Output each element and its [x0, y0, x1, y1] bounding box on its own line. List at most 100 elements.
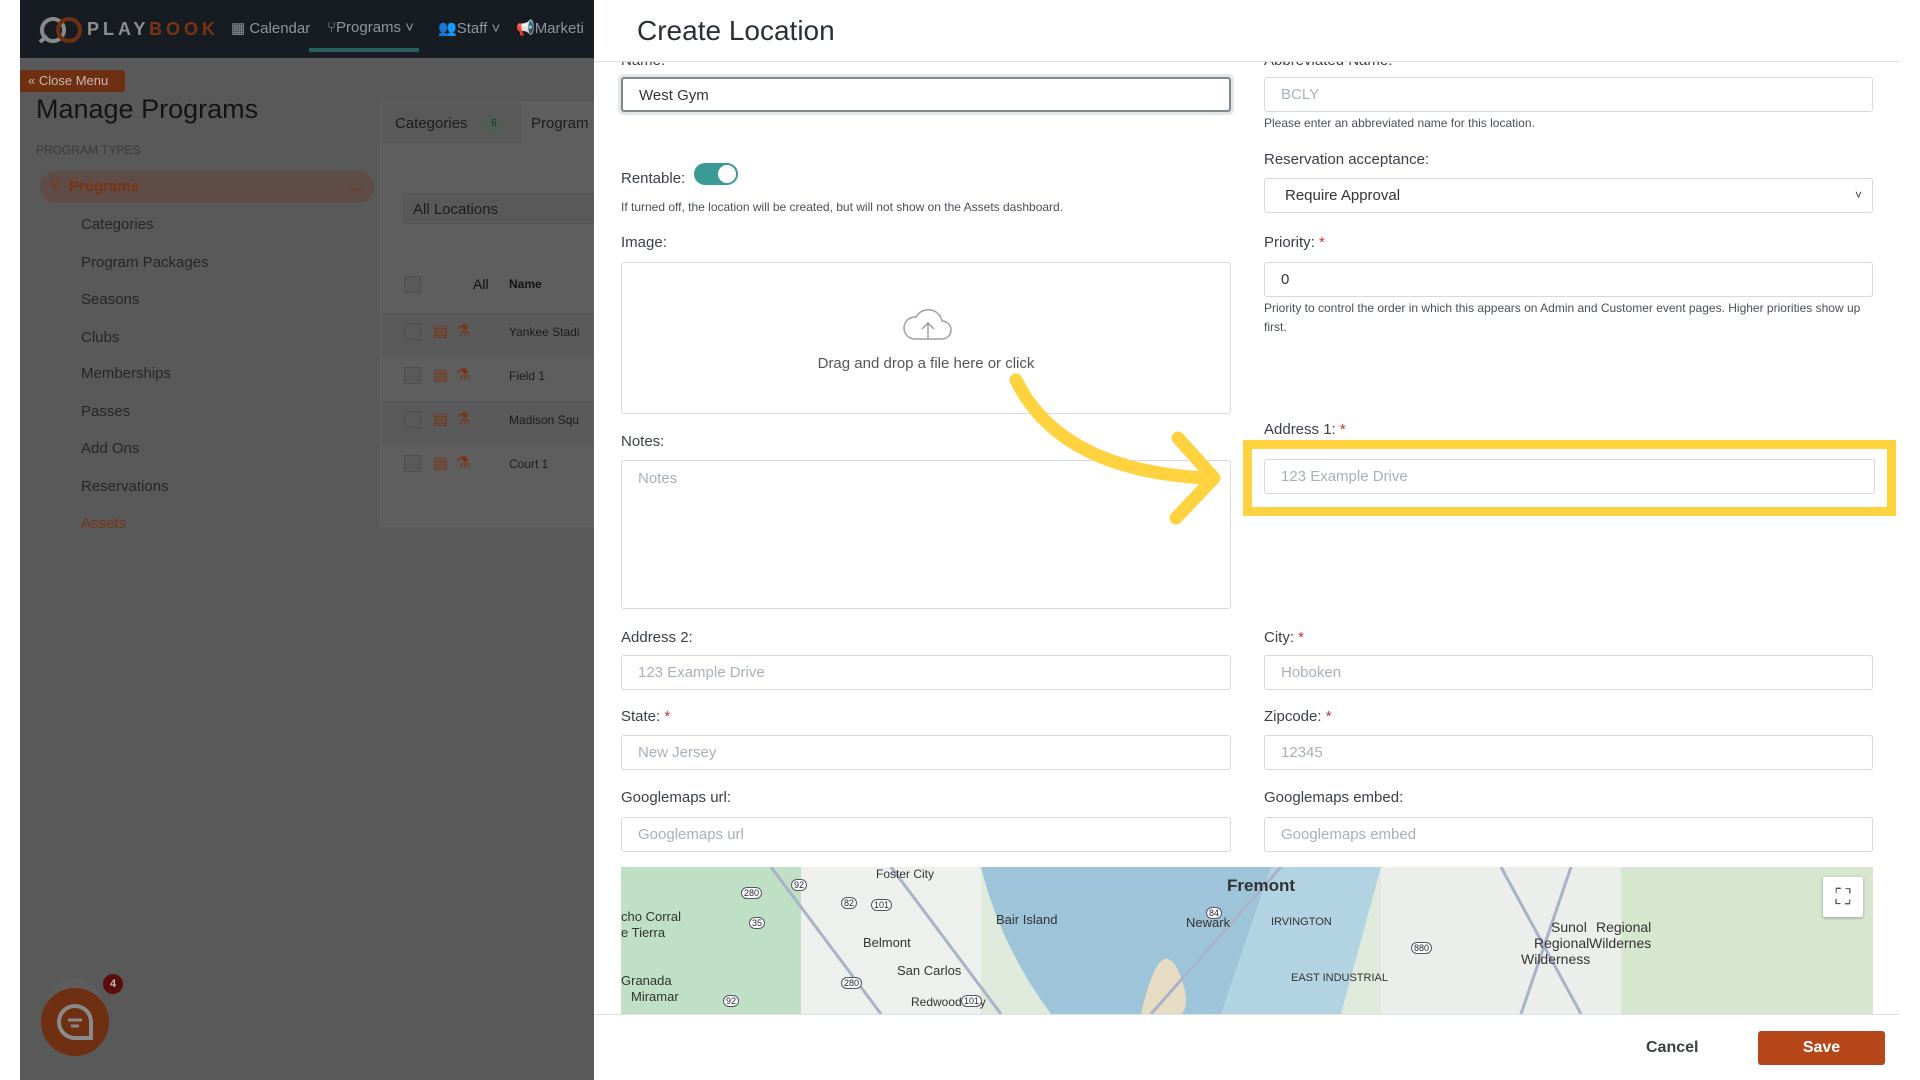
- city-input[interactable]: Hoboken: [1264, 655, 1873, 690]
- map-label: Fremont: [1227, 876, 1295, 895]
- address1-input[interactable]: 123 Example Drive: [1264, 459, 1875, 494]
- sidebar-item[interactable]: Clubs: [81, 329, 119, 346]
- row-checkbox[interactable]: [404, 455, 421, 472]
- cancel-button[interactable]: Cancel: [1646, 1039, 1698, 1057]
- highway-shield: 880: [1411, 942, 1433, 954]
- row-name: Field 1: [509, 369, 546, 383]
- list-icon[interactable]: ▤: [433, 453, 448, 473]
- flask-icon[interactable]: ⚗: [456, 453, 470, 473]
- reservation-select[interactable]: Require Approval ˅: [1264, 178, 1873, 213]
- priority-help: Priority to control the order in which t…: [1264, 301, 1861, 334]
- notes-textarea[interactable]: Notes: [621, 460, 1231, 609]
- name-input[interactable]: West Gym: [621, 77, 1231, 112]
- modal-title: Create Location: [637, 15, 835, 46]
- calendar-icon: ▦: [231, 20, 250, 37]
- abbr-input[interactable]: BCLY: [1264, 77, 1873, 112]
- tab-categories[interactable]: Categories 6: [381, 103, 521, 143]
- sidebar-item[interactable]: Categories: [81, 216, 154, 233]
- table-row[interactable]: ▤ ⚗ Madison Squ: [381, 401, 593, 445]
- map-label: Wildernes: [1589, 935, 1652, 951]
- sidebar-item[interactable]: Memberships: [81, 365, 171, 382]
- reservation-label: Reservation acceptance:: [1264, 151, 1430, 168]
- close-menu-button[interactable]: « Close Menu: [20, 70, 125, 92]
- priority-label: Priority: *: [1264, 234, 1325, 251]
- tab-programs[interactable]: Program: [531, 115, 589, 132]
- map-label: San Carlos: [897, 963, 962, 978]
- gmaps-url-input[interactable]: Googlemaps url: [621, 817, 1231, 852]
- chat-button[interactable]: [41, 988, 109, 1056]
- modal-header: Create Location: [594, 0, 1900, 62]
- nav-staff[interactable]: 👥Staff ˅: [438, 19, 500, 37]
- map-label: Foster City: [876, 867, 935, 881]
- nav-calendar[interactable]: ▦ Calendar: [231, 19, 310, 37]
- double-chevron-left-icon: «: [28, 73, 39, 88]
- map-label: cho Corral: [621, 909, 681, 924]
- row-name: Yankee Stadi: [509, 325, 580, 339]
- map-label: Wilderness: [1521, 951, 1591, 967]
- map-embed[interactable]: Foster City Bair Island Belmont San Carlos R…: [621, 867, 1873, 1014]
- list-icon[interactable]: ▤: [433, 365, 448, 385]
- sidebar-item[interactable]: Add Ons: [81, 440, 139, 457]
- nav-marketing[interactable]: 📢Marketi: [516, 19, 584, 37]
- chat-icon: [57, 1003, 93, 1040]
- sidebar-item-active[interactable]: Assets: [81, 515, 126, 532]
- table-row[interactable]: ▤ ⚗ Yankee Stadi: [381, 313, 593, 357]
- fullscreen-icon[interactable]: ⛶: [1823, 877, 1863, 917]
- sidebar-item[interactable]: Reservations: [81, 478, 169, 495]
- state-label: State: *: [621, 708, 671, 725]
- location-filter-select[interactable]: All Locations: [403, 193, 594, 224]
- priority-input[interactable]: 0: [1264, 262, 1873, 297]
- map-label: IRVINGTON: [1271, 916, 1332, 928]
- flask-icon[interactable]: ⚗: [456, 321, 470, 341]
- zipcode-input[interactable]: 12345: [1264, 735, 1873, 770]
- sidebar-group-programs[interactable]: ⑂ Programs ︿: [40, 171, 374, 203]
- save-button[interactable]: Save: [1758, 1031, 1885, 1065]
- row-checkbox[interactable]: [404, 367, 421, 384]
- list-icon[interactable]: ▤: [433, 409, 448, 429]
- highway-shield: 82: [841, 897, 858, 909]
- select-all-checkbox[interactable]: [404, 276, 421, 293]
- flask-icon[interactable]: ⚗: [456, 365, 470, 385]
- address1-label: Address 1: *: [1264, 421, 1346, 438]
- nav-programs[interactable]: ⑂Programs ˅: [327, 19, 414, 36]
- highway-shield: 101: [871, 899, 893, 911]
- abbr-help: Please enter an abbreviated name for thi…: [1264, 116, 1535, 130]
- manage-programs-page-dimmed[interactable]: PLAY BOOK ▦ Calendar ⑂Programs ˅ 👥Staff …: [20, 0, 594, 1080]
- chevron-up-icon: ︿: [349, 180, 362, 194]
- create-location-modal: Create Location Name: West Gym Abbreviat…: [594, 0, 1900, 1080]
- gmaps-embed-input[interactable]: Googlemaps embed: [1264, 817, 1873, 852]
- rentable-help: If turned off, the location will be crea…: [621, 200, 1064, 214]
- zipcode-label: Zipcode: *: [1264, 708, 1332, 725]
- address2-input[interactable]: 123 Example Drive: [621, 655, 1231, 690]
- highway-shield: 101: [961, 995, 983, 1007]
- count-badge: 6: [484, 115, 504, 133]
- row-name: Court 1: [509, 457, 549, 471]
- active-tab-indicator: [309, 48, 419, 52]
- chevron-down-icon: ˅: [401, 19, 414, 36]
- row-checkbox[interactable]: [404, 323, 421, 340]
- image-dropzone[interactable]: Drag and drop a file here or click: [621, 262, 1231, 414]
- highway-shield: 280: [741, 887, 763, 899]
- branch-icon: ⑂: [50, 177, 60, 194]
- row-checkbox[interactable]: [404, 411, 421, 428]
- table-row[interactable]: ▤ ⚗ Court 1: [381, 445, 593, 489]
- chevron-down-icon: ˅: [487, 20, 501, 37]
- highway-shield: 92: [791, 879, 808, 891]
- playbook-logo[interactable]: PLAY BOOK: [37, 12, 227, 46]
- flask-icon[interactable]: ⚗: [456, 409, 470, 429]
- highway-shield: 84: [1206, 907, 1223, 919]
- table-row[interactable]: ▤ ⚗ Field 1: [381, 357, 593, 401]
- rentable-toggle[interactable]: [694, 163, 738, 185]
- cloud-upload-icon: [903, 309, 952, 340]
- sidebar-item[interactable]: Program Packages: [81, 254, 209, 271]
- modal-footer: Cancel Save: [594, 1014, 1900, 1080]
- list-icon[interactable]: ▤: [433, 321, 448, 341]
- map-label: Regional: [1596, 919, 1652, 935]
- chevron-down-icon: ˅: [1854, 188, 1862, 202]
- sidebar-item[interactable]: Passes: [81, 403, 130, 420]
- image-label: Image:: [621, 234, 667, 251]
- row-name: Madison Squ: [509, 413, 580, 427]
- megaphone-icon: 📢: [516, 20, 535, 37]
- state-input[interactable]: New Jersey: [621, 735, 1231, 770]
- sidebar-item[interactable]: Seasons: [81, 291, 139, 308]
